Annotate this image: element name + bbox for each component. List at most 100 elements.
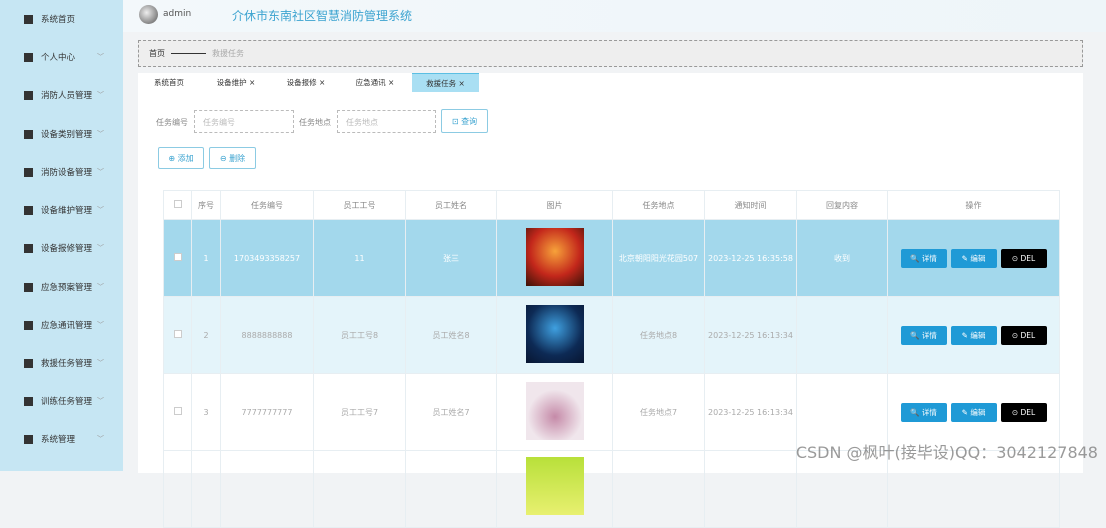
row-checkbox[interactable] — [173, 407, 182, 415]
cell-code: 7777777777 — [220, 373, 314, 451]
cell-no: 3 — [191, 373, 221, 451]
task-place-input[interactable]: 任务地点 — [337, 110, 436, 133]
chevron-down-icon: ﹀ — [97, 91, 104, 99]
cell-emp-id: 员工工号8 — [313, 296, 406, 374]
chart-icon — [24, 205, 33, 215]
cell-emp-name: 员工姓名7 — [405, 373, 497, 451]
row-checkbox[interactable] — [173, 330, 182, 338]
delete-button[interactable]: ⊖ 删除 — [209, 147, 256, 169]
add-button[interactable]: ⊕ 添加 — [158, 147, 204, 169]
sidebar-item-home[interactable]: 系统首页 — [0, 9, 123, 29]
edit-button[interactable]: ✎ 编辑 — [950, 402, 997, 422]
sidebar-item-label: 消防人员管理 — [41, 91, 93, 101]
list-icon — [24, 90, 33, 100]
minus-circle-icon: ⊖ — [219, 153, 230, 163]
fire-truck-image[interactable] — [525, 228, 584, 286]
grid-icon — [24, 320, 33, 330]
delete-label: 删除 — [229, 153, 246, 163]
sidebar-item-label: 训练任务管理 — [41, 397, 93, 407]
edit-button[interactable]: ✎ 编辑 — [950, 248, 997, 268]
col-emp-id: 员工工号 — [313, 190, 406, 220]
cell-place: 北京朝阳阳光花园507 — [612, 219, 705, 297]
row-image[interactable] — [525, 457, 584, 515]
cell-emp-id: 11 — [313, 219, 406, 297]
sidebar-item-emergency-plan[interactable]: 应急预案管理 ﹀ — [0, 277, 123, 297]
del-button[interactable]: ⊙ DEL — [1000, 248, 1047, 268]
user-icon — [24, 52, 33, 62]
sidebar-item-label: 设备维护管理 — [41, 206, 93, 216]
sidebar-item-repair[interactable]: 设备报修管理 ﹀ — [0, 238, 123, 258]
grid-icon — [24, 243, 33, 253]
chevron-down-icon: ﹀ — [97, 359, 104, 367]
nuclear-safety-image[interactable] — [525, 382, 584, 440]
cell-place: 任务地点7 — [612, 373, 705, 451]
watermark: CSDN @枫叶(接毕设)QQ：3042127848 — [795, 443, 1098, 462]
chevron-down-icon: ﹀ — [97, 244, 104, 252]
cell-time: 2023-12-25 16:35:58 — [704, 219, 797, 297]
task-code-input[interactable]: 任务编号 — [194, 110, 294, 133]
sidebar-item-label: 应急通讯管理 — [41, 321, 93, 331]
cell-time: 2023-12-25 16:13:34 — [704, 296, 797, 374]
sidebar-item-label: 设备报修管理 — [41, 244, 93, 254]
security-image[interactable] — [525, 305, 584, 363]
col-no: 序号 — [191, 190, 221, 220]
home-icon — [24, 14, 33, 24]
breadcrumb-home[interactable]: 首页 — [149, 48, 165, 59]
task-table: 序号 任务编号 员工工号 员工姓名 图片 任务地点 通知时间 回复内容 操作 1… — [163, 190, 1060, 528]
sidebar-item-firefighters[interactable]: 消防人员管理 ﹀ — [0, 85, 123, 105]
row-checkbox[interactable] — [173, 253, 182, 261]
cell-emp-name: 张三 — [405, 219, 497, 297]
sidebar-item-system[interactable]: 系统管理 ﹀ — [0, 429, 123, 449]
detail-button[interactable]: 🔍 详情 — [900, 402, 947, 422]
chevron-down-icon: ﹀ — [97, 130, 104, 138]
edit-button[interactable]: ✎ 编辑 — [950, 325, 997, 345]
sidebar-item-profile[interactable]: 个人中心 ﹀ — [0, 47, 123, 67]
col-time: 通知时间 — [704, 190, 797, 220]
sidebar-item-label: 系统首页 — [41, 15, 76, 25]
task-code-label: 任务编号 — [156, 118, 188, 127]
tab-maintenance[interactable]: 设备维护 × — [204, 73, 268, 92]
col-image: 图片 — [496, 190, 613, 220]
tab-home[interactable]: 系统首页 — [138, 73, 200, 92]
chevron-down-icon: ﹀ — [97, 397, 104, 405]
detail-button[interactable]: 🔍 详情 — [900, 248, 947, 268]
sidebar-item-device-category[interactable]: 设备类别管理 ﹀ — [0, 124, 123, 144]
del-button[interactable]: ⊙ DEL — [1000, 325, 1047, 345]
col-reply: 回复内容 — [796, 190, 888, 220]
col-emp-name: 员工姓名 — [405, 190, 497, 220]
username: admin — [163, 9, 192, 19]
tab-emergency-comm[interactable]: 应急通讯 × — [343, 73, 407, 92]
del-button[interactable]: ⊙ DEL — [1000, 402, 1047, 422]
sidebar-item-label: 设备类别管理 — [41, 130, 93, 140]
plus-circle-icon: ⊕ — [168, 153, 178, 163]
sidebar-item-training-tasks[interactable]: 训练任务管理 ﹀ — [0, 391, 123, 411]
sidebar-item-maintenance[interactable]: 设备维护管理 ﹀ — [0, 200, 123, 220]
table-row[interactable]: 2 8888888888 员工工号8 员工姓名8 任务地点8 2023-12-2… — [163, 296, 1060, 374]
main-panel: 系统首页 设备维护 × 设备报修 × 应急通讯 × 救援任务 × 任务编号 任务… — [138, 73, 1083, 528]
query-label: 查询 — [461, 116, 478, 126]
cell-emp-id: 员工工号7 — [313, 373, 406, 451]
sidebar-item-label: 消防设备管理 — [41, 168, 93, 178]
chevron-down-icon: ﹀ — [97, 321, 104, 329]
tab-rescue-tasks[interactable]: 救援任务 × — [412, 73, 479, 92]
query-button[interactable]: ⊡ 查询 — [441, 109, 488, 133]
cell-emp-name: 员工姓名8 — [405, 296, 497, 374]
avatar[interactable] — [139, 5, 158, 24]
grid-icon — [24, 396, 33, 406]
sidebar-item-fire-devices[interactable]: 消防设备管理 ﹀ — [0, 162, 123, 182]
sidebar-item-rescue-tasks[interactable]: 救援任务管理 ﹀ — [0, 353, 123, 373]
table-row[interactable]: 1 1703493358257 11 张三 北京朝阳阳光花园507 2023-1… — [163, 219, 1060, 297]
detail-button[interactable]: 🔍 详情 — [900, 325, 947, 345]
grid-icon — [24, 434, 33, 444]
col-actions: 操作 — [887, 190, 1060, 220]
breadcrumb-current: 救援任务 — [212, 49, 244, 58]
grid-icon — [24, 282, 33, 292]
sidebar-item-label: 个人中心 — [41, 53, 76, 63]
sidebar-item-emergency-comm[interactable]: 应急通讯管理 ﹀ — [0, 315, 123, 335]
add-label: 添加 — [177, 153, 194, 163]
table-header: 序号 任务编号 员工工号 员工姓名 图片 任务地点 通知时间 回复内容 操作 — [163, 190, 1060, 220]
select-all-checkbox[interactable] — [173, 200, 182, 208]
tab-repair[interactable]: 设备报修 × — [274, 73, 338, 92]
chevron-down-icon: ﹀ — [97, 168, 104, 176]
col-code: 任务编号 — [220, 190, 314, 220]
